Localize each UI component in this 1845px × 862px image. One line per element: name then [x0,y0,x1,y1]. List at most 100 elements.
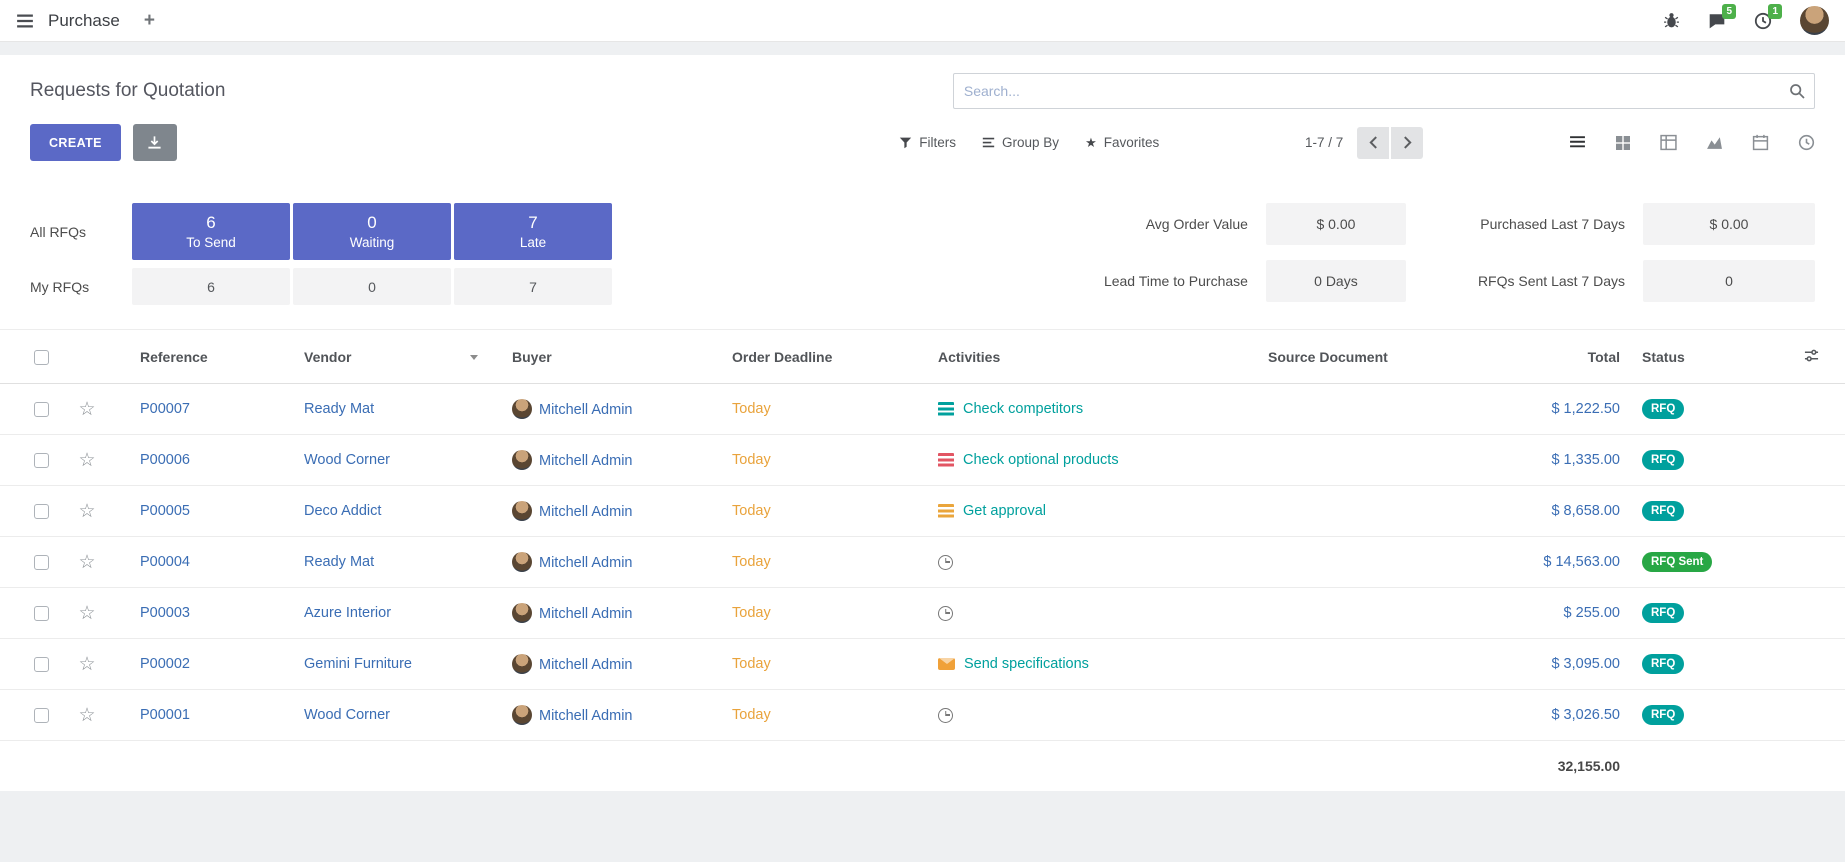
table-row[interactable]: P00003 Azure Interior Mitchell Admin Tod… [0,588,1845,639]
reference-link[interactable]: P00006 [140,452,190,468]
favorite-star-icon[interactable] [78,399,95,420]
buyer-link[interactable]: Mitchell Admin [539,555,632,571]
activity-clock-icon[interactable] [938,555,953,570]
messages-button[interactable]: 5 [1708,12,1726,30]
activity-list-icon[interactable] [938,453,954,467]
column-header-buyer[interactable]: Buyer [508,330,730,384]
navbar-plus-button[interactable]: + [144,10,155,32]
favorite-star-icon[interactable] [78,603,95,624]
my-rfqs-label[interactable]: My RFQs [30,279,129,295]
activity-mail-icon[interactable] [938,658,955,670]
group-by-button[interactable]: Group By [982,135,1059,150]
apps-menu-button[interactable] [16,12,34,30]
view-switch-list-button[interactable] [1569,134,1586,151]
buyer-link[interactable]: Mitchell Admin [539,504,632,520]
reference-link[interactable]: P00007 [140,401,190,417]
favorite-star-icon[interactable] [78,552,95,573]
buyer-link[interactable]: Mitchell Admin [539,657,632,673]
search-input[interactable] [953,73,1815,109]
vendor-link[interactable]: Wood Corner [304,452,390,468]
tile-late[interactable]: 7 Late [454,203,612,260]
tile-to-send[interactable]: 6 To Send [132,203,290,260]
activity-label[interactable]: Check optional products [963,452,1119,468]
group-by-label: Group By [1002,135,1059,150]
reference-link[interactable]: P00001 [140,707,190,723]
row-checkbox[interactable] [34,504,49,519]
tile-my-to-send[interactable]: 6 [132,268,290,305]
search-icon[interactable] [1789,83,1805,102]
tile-my-late[interactable]: 7 [454,268,612,305]
favorite-star-icon[interactable] [78,705,95,726]
select-all-checkbox[interactable] [34,350,49,365]
row-checkbox[interactable] [34,657,49,672]
activities-button[interactable]: 1 [1754,12,1772,30]
view-switch-graph-button[interactable] [1706,134,1723,151]
table-row[interactable]: P00007 Ready Mat Mitchell Admin Today Ch… [0,384,1845,435]
buyer-link[interactable]: Mitchell Admin [539,606,632,622]
tile-my-waiting[interactable]: 0 [293,268,451,305]
tile-waiting[interactable]: 0 Waiting [293,203,451,260]
vendor-link[interactable]: Gemini Furniture [304,656,412,672]
view-switch-activity-button[interactable] [1798,134,1815,151]
vendor-link[interactable]: Deco Addict [304,503,381,519]
all-rfqs-label[interactable]: All RFQs [30,224,129,240]
favorite-star-icon[interactable] [78,450,95,471]
column-header-source-document[interactable]: Source Document [1266,330,1466,384]
column-header-order-deadline[interactable]: Order Deadline [730,330,936,384]
column-header-vendor[interactable]: Vendor [302,330,508,384]
table-row[interactable]: P00001 Wood Corner Mitchell Admin Today … [0,690,1845,741]
activity-label[interactable]: Get approval [963,503,1046,519]
vendor-link[interactable]: Ready Mat [304,401,374,417]
filters-button[interactable]: Filters [899,135,956,150]
buyer-link[interactable]: Mitchell Admin [539,453,632,469]
row-checkbox[interactable] [34,708,49,723]
table-row[interactable]: P00005 Deco Addict Mitchell Admin Today … [0,486,1845,537]
activity-list-icon[interactable] [938,402,954,416]
reference-link[interactable]: P00004 [140,554,190,570]
create-button[interactable]: CREATE [30,124,121,161]
stat-avg-order-value-label: Avg Order Value [1104,203,1248,245]
debug-button[interactable] [1663,12,1680,29]
column-header-activities[interactable]: Activities [936,330,1266,384]
favorite-star-icon[interactable] [78,501,95,522]
table-row[interactable]: P00002 Gemini Furniture Mitchell Admin T… [0,639,1845,690]
total-amount: $ 1,222.50 [1551,401,1620,417]
activity-clock-icon[interactable] [938,606,953,621]
status-badge: RFQ [1642,501,1684,522]
activity-label[interactable]: Check competitors [963,401,1083,417]
user-avatar[interactable] [1800,6,1829,35]
total-amount: $ 255.00 [1564,605,1620,621]
column-header-reference[interactable]: Reference [112,330,302,384]
view-switch-kanban-button[interactable] [1615,135,1631,151]
buyer-link[interactable]: Mitchell Admin [539,402,632,418]
view-switch-calendar-button[interactable] [1752,134,1769,151]
pager-value[interactable]: 1-7 / 7 [1305,135,1343,150]
activity-list-icon[interactable] [938,504,954,518]
vendor-header-label: Vendor [304,349,351,365]
pager-previous-button[interactable] [1357,127,1389,159]
favorites-button[interactable]: Favorites [1085,135,1159,151]
optional-columns-button[interactable] [1804,348,1819,363]
app-name[interactable]: Purchase [48,11,120,31]
reference-link[interactable]: P00003 [140,605,190,621]
pager-next-button[interactable] [1391,127,1423,159]
row-checkbox[interactable] [34,555,49,570]
vendor-link[interactable]: Ready Mat [304,554,374,570]
buyer-link[interactable]: Mitchell Admin [539,708,632,724]
row-checkbox[interactable] [34,453,49,468]
reference-link[interactable]: P00005 [140,503,190,519]
reference-link[interactable]: P00002 [140,656,190,672]
activity-clock-icon[interactable] [938,708,953,723]
table-row[interactable]: P00006 Wood Corner Mitchell Admin Today … [0,435,1845,486]
favorite-star-icon[interactable] [78,654,95,675]
row-checkbox[interactable] [34,606,49,621]
row-checkbox[interactable] [34,402,49,417]
column-header-total[interactable]: Total [1466,330,1626,384]
column-header-status[interactable]: Status [1626,330,1756,384]
table-row[interactable]: P00004 Ready Mat Mitchell Admin Today $ … [0,537,1845,588]
export-button[interactable] [133,124,177,161]
vendor-link[interactable]: Azure Interior [304,605,391,621]
activity-label[interactable]: Send specifications [964,656,1089,672]
view-switch-pivot-button[interactable] [1660,134,1677,151]
vendor-link[interactable]: Wood Corner [304,707,390,723]
